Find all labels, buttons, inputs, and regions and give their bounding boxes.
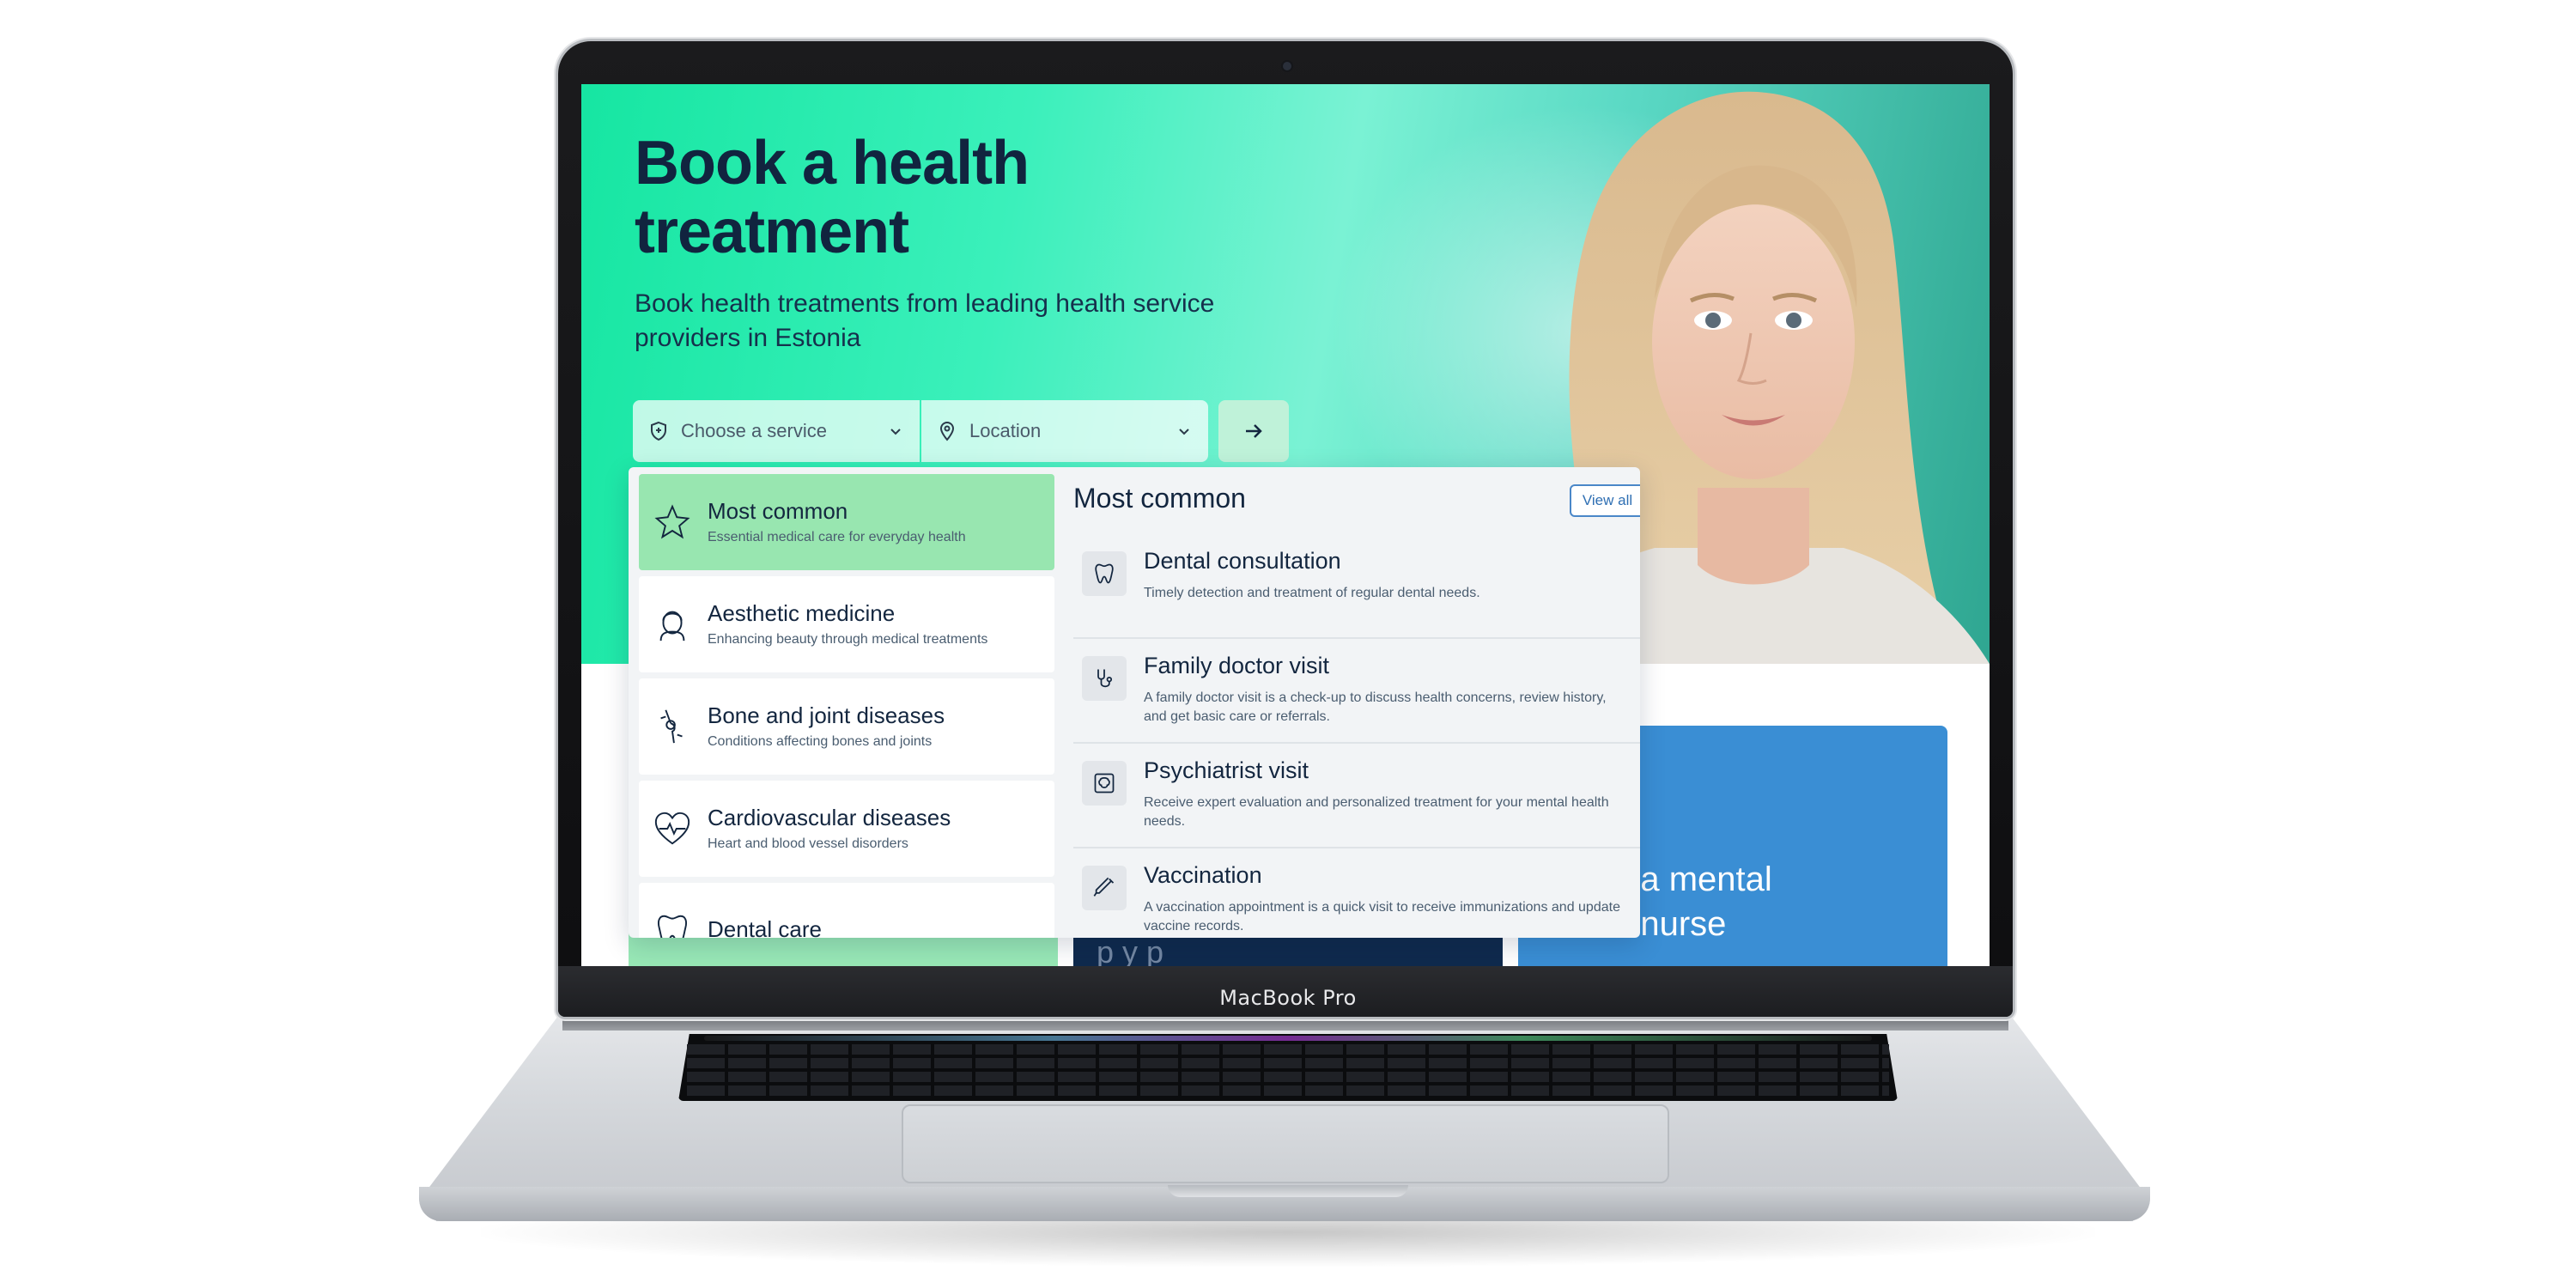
syringe-icon	[1082, 866, 1127, 910]
tooth-icon	[657, 915, 688, 938]
service-description: Receive expert evaluation and personaliz…	[1144, 795, 1609, 829]
service-family-doctor-visit[interactable]: Family doctor visit A family doctor visi…	[1073, 641, 1640, 744]
tooth-icon	[1082, 551, 1127, 596]
keyboard-keys	[687, 1044, 1889, 1099]
device-label: MacBook Pro	[1219, 986, 1357, 1010]
category-description: Essential medical care for everyday heal…	[708, 530, 966, 544]
stethoscope-icon	[1082, 656, 1127, 701]
category-title: Most common	[708, 498, 848, 524]
promo-card-text: o a mental h nurse	[1612, 860, 1772, 943]
hero-subtitle: Book health treatments from leading heal…	[635, 289, 1215, 352]
heart-pulse-icon	[654, 812, 690, 845]
category-aesthetic-medicine[interactable]: Aesthetic medicine Enhancing beauty thro…	[639, 576, 1054, 672]
shield-plus-icon	[651, 421, 666, 441]
service-title: Vaccination	[1144, 862, 1262, 888]
service-description: Timely detection and treatment of regula…	[1144, 586, 1480, 600]
category-list: Most common Essential medical care for e…	[639, 474, 1054, 938]
trackpad	[902, 1104, 1669, 1183]
search-submit-button[interactable]	[1218, 400, 1289, 462]
lid-opening-notch	[1168, 1185, 1408, 1197]
category-dental-care[interactable]: Dental care	[639, 883, 1054, 938]
service-select[interactable]: Choose a service	[633, 400, 920, 462]
category-description: Heart and blood vessel disorders	[708, 836, 908, 851]
service-dropdown: Most common Essential medical care for e…	[629, 467, 1640, 938]
hero-title: Book a health treatment	[635, 129, 1030, 266]
brain-icon	[1082, 761, 1127, 806]
face-icon	[659, 611, 685, 642]
screen: Book a health treatment Book health trea…	[581, 84, 1990, 966]
service-title: Psychiatrist visit	[1144, 757, 1309, 783]
category-title: Cardiovascular diseases	[708, 805, 951, 830]
service-description: A vaccination appointment is a quick vis…	[1144, 900, 1620, 933]
chevron-down-icon	[1179, 429, 1189, 435]
search-bar: Choose a service Location	[633, 400, 1289, 462]
category-most-common[interactable]: Most common Essential medical care for e…	[639, 474, 1054, 570]
location-select-placeholder: Location	[969, 420, 1042, 441]
service-vaccination[interactable]: Vaccination A vaccination appointment is…	[1073, 850, 1640, 938]
category-cardiovascular[interactable]: Cardiovascular diseases Heart and blood …	[639, 781, 1054, 877]
service-description: A family doctor visit is a check-up to d…	[1144, 690, 1607, 724]
service-panel-heading: Most common	[1073, 483, 1246, 514]
category-description: Conditions affecting bones and joints	[708, 734, 933, 749]
category-title: Bone and joint diseases	[708, 702, 945, 728]
category-title: Aesthetic medicine	[708, 600, 896, 626]
laptop-hinge	[562, 1017, 2008, 1031]
joint-icon	[660, 709, 683, 744]
service-title: Family doctor visit	[1144, 653, 1330, 678]
location-pin-icon	[939, 422, 955, 441]
service-psychiatrist-visit[interactable]: Psychiatrist visit Receive expert evalua…	[1073, 745, 1640, 848]
service-panel: Most common View all Dental consultation…	[1073, 467, 1640, 938]
category-bone-and-joint[interactable]: Bone and joint diseases Conditions affec…	[639, 678, 1054, 775]
chevron-down-icon	[890, 429, 901, 435]
arrow-right-icon	[1246, 424, 1262, 438]
category-title: Dental care	[708, 916, 822, 938]
promo-card-navy-text: p y p	[1097, 934, 1164, 966]
service-dental-consultation[interactable]: Dental consultation Timely detection and…	[1073, 536, 1640, 639]
view-all-button[interactable]: View all	[1570, 484, 1640, 517]
category-description: Enhancing beauty through medical treatme…	[708, 632, 988, 647]
camera-icon	[1283, 62, 1291, 70]
touch-bar	[704, 1036, 1872, 1041]
service-title: Dental consultation	[1144, 548, 1341, 574]
star-icon	[654, 504, 690, 539]
service-select-placeholder: Choose a service	[681, 420, 827, 441]
location-select[interactable]: Location	[921, 400, 1208, 462]
